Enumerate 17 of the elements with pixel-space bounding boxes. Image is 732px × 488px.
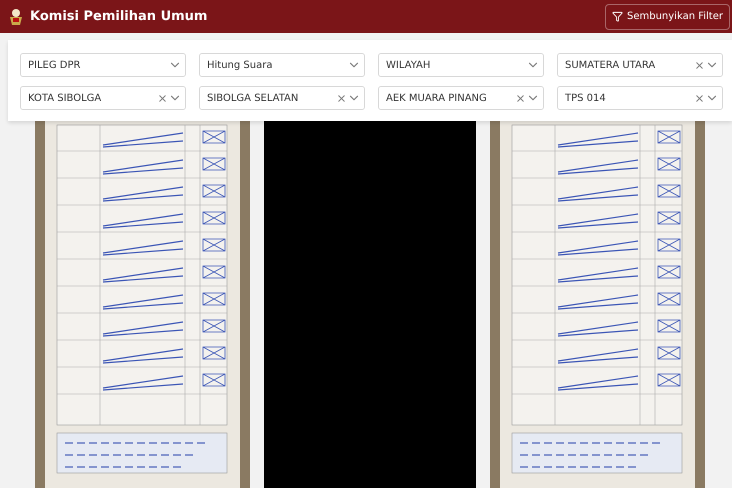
clear-icon[interactable] [336, 92, 347, 104]
filter-select[interactable]: WILAYAH [378, 53, 544, 77]
filter-select[interactable]: PILEG DPR [20, 53, 186, 77]
clear-icon[interactable] [694, 60, 705, 70]
filter-select[interactable]: AEK MUARA PINANG [378, 86, 544, 110]
filter-select[interactable]: SUMATERA UTARA [557, 53, 723, 77]
filter-select[interactable]: SIBOLGA SELATAN [199, 86, 365, 110]
clear-icon[interactable] [515, 92, 526, 104]
app-title: Komisi Pemilihan Umum [30, 9, 208, 24]
filter-select[interactable]: KOTA SIBOLGA [20, 86, 186, 110]
emblem-icon [8, 8, 24, 26]
clear-icon[interactable] [157, 92, 168, 104]
filter-icon [612, 11, 623, 22]
clear-icon[interactable] [694, 92, 705, 104]
filter-select[interactable]: TPS 014 [557, 86, 723, 110]
hide-filter-button[interactable]: Sembunyikan Filter [605, 4, 730, 30]
filter-select[interactable]: Hitung Suara [199, 53, 365, 77]
